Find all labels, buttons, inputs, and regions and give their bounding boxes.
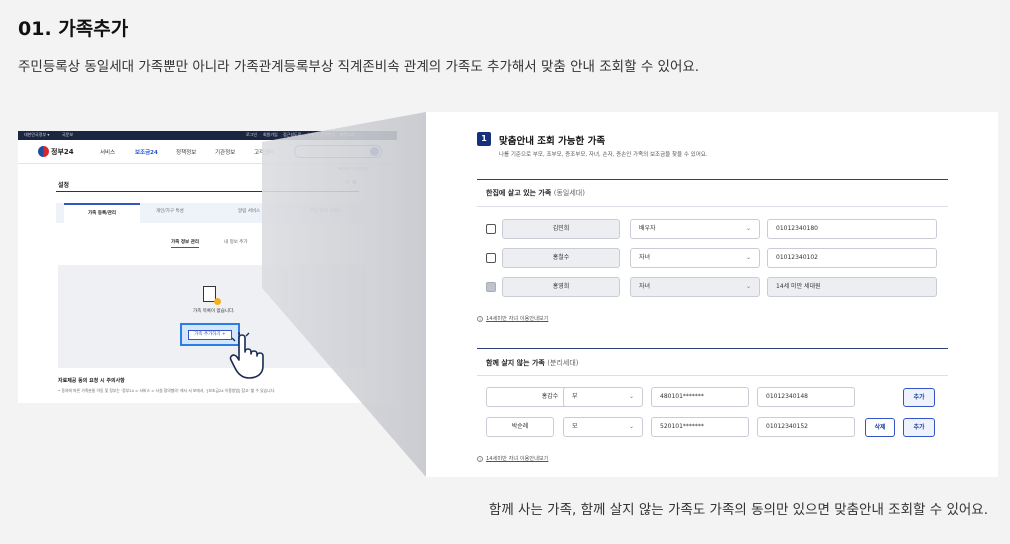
chevron-down-icon: ⌄ bbox=[628, 423, 634, 430]
family-checkbox[interactable] bbox=[486, 224, 496, 234]
chevron-down-icon: ⌄ bbox=[745, 254, 751, 261]
step-title: 맞춤안내 조회 가능한 가족 bbox=[499, 136, 606, 147]
rrn-input[interactable]: 480101******* bbox=[651, 387, 749, 407]
step-number: 1 bbox=[477, 132, 491, 146]
family-checkbox[interactable] bbox=[486, 253, 496, 263]
relation-select-disabled: 자녀 ⌄ bbox=[630, 277, 760, 297]
relation-select[interactable]: 부 ⌄ bbox=[563, 387, 643, 407]
minor-guide-link[interactable]: i 14세미만 자녀 이용안내보기 bbox=[477, 455, 548, 462]
phone-input[interactable]: 01012340148 bbox=[757, 387, 855, 407]
info-icon: i bbox=[477, 455, 483, 462]
family-name-field: 홍철수 bbox=[502, 248, 620, 268]
section-line bbox=[477, 206, 948, 207]
phone-field[interactable]: 01012340180 bbox=[767, 219, 937, 239]
add-button[interactable]: 추가 bbox=[903, 388, 935, 407]
chevron-down-icon: ⌄ bbox=[745, 225, 751, 232]
chevron-down-icon: ⌄ bbox=[628, 393, 634, 400]
bottom-caption: 함께 사는 가족, 함께 살지 않는 가족도 가족의 동의만 있으면 맞춤안내 … bbox=[488, 502, 988, 518]
family-name-field: 홍영희 bbox=[502, 277, 620, 297]
family-checkbox-disabled bbox=[486, 282, 496, 292]
section-divider bbox=[477, 348, 948, 349]
minor-notice-field: 14세 미만 세대원 bbox=[767, 277, 937, 297]
step-description: 나를 기준으로 부모, 조부모, 증조부모, 자녀, 손자, 증손인 가족의 보… bbox=[499, 152, 708, 158]
rrn-input[interactable]: 520101******* bbox=[651, 417, 749, 437]
chevron-down-icon: ⌄ bbox=[745, 283, 751, 290]
phone-input[interactable]: 01012340152 bbox=[757, 417, 855, 437]
phone-field[interactable]: 01012340102 bbox=[767, 248, 937, 268]
section-line bbox=[477, 375, 948, 376]
family-name-field: 김민희 bbox=[502, 219, 620, 239]
info-icon: i bbox=[477, 315, 483, 322]
relation-select[interactable]: 모 ⌄ bbox=[563, 417, 643, 437]
section-separate-household-title: 함께 살지 않는 가족 (분리세대) bbox=[486, 359, 579, 367]
section-divider bbox=[477, 179, 948, 180]
relation-select[interactable]: 자녀 ⌄ bbox=[630, 248, 760, 268]
minor-guide-link[interactable]: i 14세미만 자녀 이용안내보기 bbox=[477, 315, 548, 322]
relation-select[interactable]: 배우자 ⌄ bbox=[630, 219, 760, 239]
add-button[interactable]: 추가 bbox=[903, 418, 935, 437]
family-detail-panel: 1 맞춤안내 조회 가능한 가족 나를 기준으로 부모, 조부모, 증조부모, … bbox=[426, 112, 998, 477]
section-same-household-title: 한집에 살고 있는 가족 (동일세대) bbox=[486, 189, 585, 197]
delete-button[interactable]: 삭제 bbox=[865, 418, 895, 437]
family-name-input[interactable]: 박순례 bbox=[486, 417, 554, 437]
